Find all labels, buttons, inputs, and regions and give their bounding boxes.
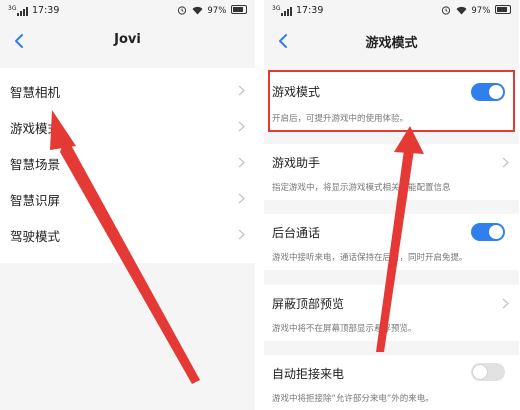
menu-item-label: 智慧场景	[10, 157, 61, 172]
setting-title: 屏蔽顶部预览	[272, 297, 345, 311]
battery-percent: 97%	[207, 6, 227, 16]
setting-description: 游戏中将拒接除“允许部分来电”外的来电。	[272, 394, 434, 404]
wifi-icon	[456, 6, 467, 15]
status-bar: 3G 17:39 97%	[0, 0, 255, 22]
setting-game-assistant[interactable]: 游戏助手 指定游戏中，将显示游戏模式相关功能配置信息	[264, 144, 519, 200]
setting-description: 指定游戏中，将显示游戏模式相关功能配置信息	[272, 183, 451, 193]
menu-item-smart-camera[interactable]: 智慧相机	[0, 72, 255, 108]
setting-description: 游戏中接听来电，通话保持在后台，同时开启免提。	[272, 253, 468, 263]
chevron-right-icon	[502, 298, 509, 309]
battery-icon	[231, 5, 247, 14]
status-time: 17:39	[296, 5, 324, 16]
status-bar: 3G 17:39 97%	[264, 0, 519, 22]
toggle-knob	[489, 225, 503, 239]
menu-item-label: 驾驶模式	[10, 229, 61, 244]
setting-title: 游戏模式	[272, 85, 321, 99]
chevron-right-icon	[502, 157, 509, 168]
menu-item-driving-mode[interactable]: 驾驶模式	[0, 216, 255, 252]
battery-icon	[495, 5, 511, 14]
nav-bar: Jovi	[0, 22, 255, 58]
background-call-toggle[interactable]	[471, 223, 505, 241]
chevron-right-icon	[238, 157, 245, 168]
battery-percent: 97%	[471, 6, 491, 16]
toggle-knob	[489, 85, 503, 99]
network-type: 3G	[8, 5, 17, 12]
menu-item-smart-screen-recognition[interactable]: 智慧识屏	[0, 180, 255, 216]
toggle-knob	[473, 365, 487, 379]
status-icons: 97%	[177, 5, 247, 16]
setting-title: 游戏助手	[272, 156, 321, 170]
setting-title: 自动拒接来电	[272, 367, 345, 381]
signal-icon: 3G	[272, 5, 293, 16]
jovi-menu-list: 智慧相机 游戏模式 智慧场景 智慧识屏 驾驶模式	[0, 68, 255, 263]
game-mode-toggle[interactable]	[471, 83, 505, 101]
chevron-right-icon	[238, 193, 245, 204]
jovi-screen: 3G 17:39 97% Jovi 智慧相机 游戏模式 智慧场景 智慧识屏 驾驶…	[0, 0, 255, 410]
menu-item-smart-scene[interactable]: 智慧场景	[0, 144, 255, 180]
alarm-icon	[441, 6, 451, 15]
setting-description: 游戏中将不在屏幕顶部显示悬浮预览。	[272, 324, 417, 334]
setting-block-top-preview[interactable]: 屏蔽顶部预览 游戏中将不在屏幕顶部显示悬浮预览。	[264, 285, 519, 341]
setting-description: 开启后，可提升游戏中的使用体验。	[272, 114, 409, 124]
page-title: 游戏模式	[365, 36, 418, 51]
chevron-right-icon	[238, 121, 245, 132]
setting-game-mode: 游戏模式 开启后，可提升游戏中的使用体验。	[264, 70, 519, 132]
signal-icon: 3G	[8, 5, 29, 16]
network-type: 3G	[272, 5, 281, 12]
chevron-right-icon	[238, 229, 245, 240]
game-mode-screen: 3G 17:39 97% 游戏模式 游戏模式 开启后，可提升游戏中的使用体验。 …	[264, 0, 519, 410]
nav-bar: 游戏模式	[264, 22, 519, 58]
status-icons: 97%	[441, 5, 511, 16]
menu-item-label: 智慧相机	[10, 85, 61, 100]
setting-auto-reject-calls: 自动拒接来电 游戏中将拒接除“允许部分来电”外的来电。	[264, 355, 519, 410]
menu-item-label: 游戏模式	[10, 121, 61, 136]
setting-background-call: 后台通话 游戏中接听来电，通话保持在后台，同时开启免提。	[264, 214, 519, 270]
menu-item-label: 智慧识屏	[10, 193, 61, 208]
wifi-icon	[192, 6, 203, 15]
screen-divider	[255, 0, 264, 410]
status-time: 17:39	[32, 5, 60, 16]
setting-title: 后台通话	[272, 226, 321, 240]
auto-reject-toggle[interactable]	[471, 363, 505, 381]
alarm-icon	[177, 6, 187, 15]
chevron-right-icon	[238, 85, 245, 96]
page-title: Jovi	[114, 32, 141, 47]
menu-item-game-mode[interactable]: 游戏模式	[0, 108, 255, 144]
